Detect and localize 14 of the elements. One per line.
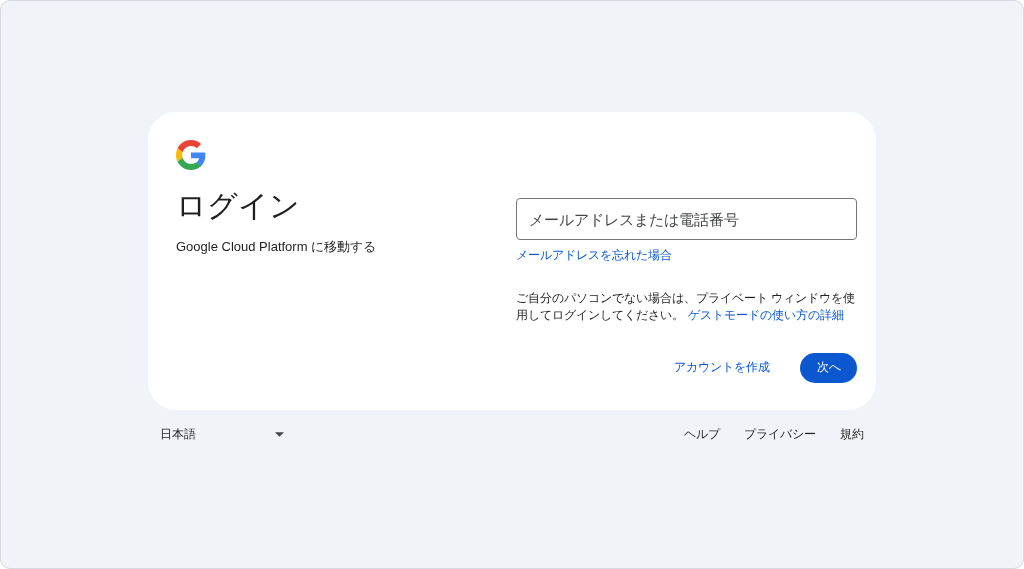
email-field[interactable]: メールアドレスまたは電話番号 [516,198,857,240]
guest-mode-link[interactable]: ゲストモードの使い方の詳細 [688,308,844,322]
forgot-email-link[interactable]: メールアドレスを忘れた場合 [516,247,672,264]
next-button[interactable]: 次へ [800,352,857,383]
guest-mode-note: ご自分のパソコンでない場合は、プライベート ウィンドウを使用してログインしてください。 ゲストモードの使い方の詳細 [516,290,857,324]
subtitle: Google Cloud Platform に移動する [176,238,377,256]
caret-icon [275,432,284,437]
language-select[interactable]: 日本語 [148,422,296,447]
footer-link[interactable]: 規約 [840,422,864,447]
footer-link[interactable]: ヘルプ [684,422,720,447]
page-heading: ログイン [176,188,300,224]
footer-link[interactable]: プライバシー [744,422,816,447]
g-logo-icon [176,140,206,170]
create-account-button[interactable]: アカウントを作成 [658,351,786,384]
